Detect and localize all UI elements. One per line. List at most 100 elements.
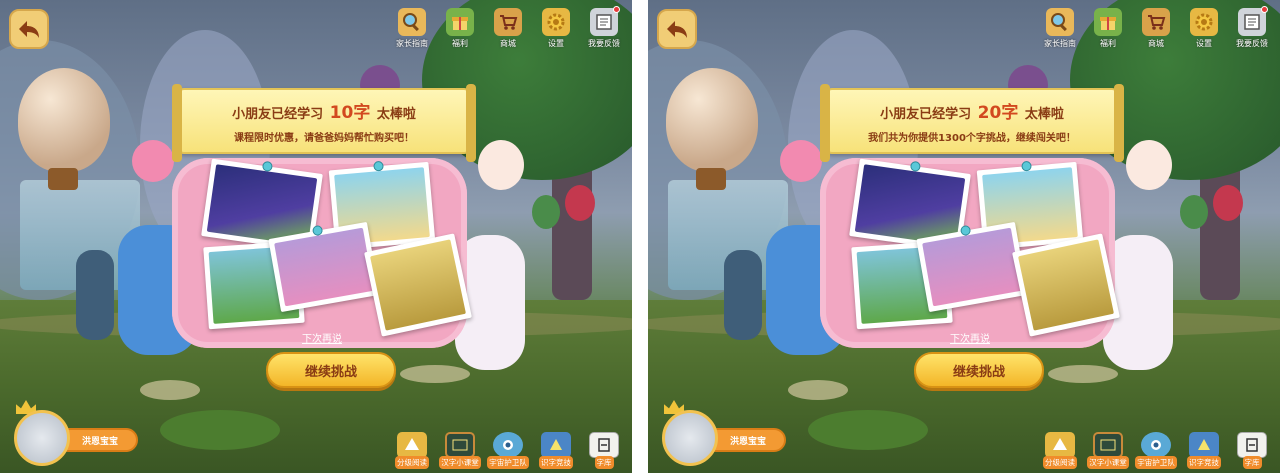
banner-headline: 小朋友已经学习 10字 太棒啦 xyxy=(180,98,468,123)
nav-label: 汉字小课堂 xyxy=(439,456,481,469)
chinese-classroom-button[interactable]: 汉字小课堂 xyxy=(439,432,481,469)
guard-icon xyxy=(1141,432,1171,458)
competition-icon xyxy=(1189,432,1219,458)
top-item-label: 商城 xyxy=(500,39,516,48)
banner-subtitle: 课程限时优惠，请爸爸妈妈帮忙购买吧！ xyxy=(234,133,414,144)
settings-button[interactable]: 设置 xyxy=(1182,8,1226,49)
stepping-stone xyxy=(788,380,848,400)
pink-elephant-character xyxy=(780,140,822,182)
banner-subtitle: 我们共为你提供1300个字挑战，继续闯关吧！ xyxy=(868,133,1076,144)
shop-button[interactable]: 商城 xyxy=(1134,8,1178,49)
banner-headline: 小朋友已经学习 20字 太棒啦 xyxy=(828,98,1116,123)
shop-button[interactable]: 商城 xyxy=(486,8,530,49)
magnifier-icon xyxy=(1046,8,1074,36)
pin-icon xyxy=(909,160,922,173)
parent-guide-button[interactable]: 家长指南 xyxy=(390,8,434,49)
panel-divider xyxy=(632,0,648,473)
gift-icon xyxy=(1094,8,1122,36)
continue-challenge-button[interactable]: 继续挑战 xyxy=(266,352,396,388)
nav-label: 分级阅读 xyxy=(1043,456,1077,469)
preview-image xyxy=(369,239,467,331)
graded-reading-button[interactable]: 分级阅读 xyxy=(392,432,432,469)
top-item-label: 家长指南 xyxy=(1044,39,1076,48)
later-link[interactable]: 下次再说 xyxy=(302,330,342,345)
magnifier-icon xyxy=(398,8,426,36)
preview-card xyxy=(1012,233,1120,337)
graded-reading-button[interactable]: 分级阅读 xyxy=(1040,432,1080,469)
feedback-button[interactable]: 我要反馈 xyxy=(582,6,626,49)
top-item-label: 福利 xyxy=(1100,39,1116,48)
bunny-character xyxy=(1126,140,1172,190)
literacy-competition-button[interactable]: 识字竞技 xyxy=(1184,432,1224,469)
top-item-label: 我要反馈 xyxy=(1236,39,1268,48)
pink-elephant-character xyxy=(132,140,174,182)
hot-air-balloon xyxy=(666,68,758,172)
nav-label: 宇宙护卫队 xyxy=(487,456,529,469)
progress-banner: 小朋友已经学习 20字 太棒啦 我们共为你提供1300个字挑战，继续闯关吧！ xyxy=(820,84,1124,162)
top-item-label: 设置 xyxy=(548,39,564,48)
character-library-button[interactable]: 字库 xyxy=(1232,432,1272,469)
tiger-character xyxy=(724,250,762,340)
pin-icon xyxy=(261,160,274,173)
classroom-icon xyxy=(445,432,475,458)
character-library-button[interactable]: 字库 xyxy=(584,432,624,469)
feedback-icon xyxy=(590,6,620,36)
preview-card xyxy=(268,221,380,313)
space-guard-button[interactable]: 宇宙护卫队 xyxy=(1135,432,1177,469)
back-button[interactable] xyxy=(9,9,49,49)
banner-suffix: 太棒啦 xyxy=(1024,107,1064,122)
welfare-button[interactable]: 福利 xyxy=(1086,8,1130,49)
nav-label: 分级阅读 xyxy=(395,456,429,469)
cart-icon xyxy=(1142,8,1170,36)
learned-count: 20字 xyxy=(977,103,1019,123)
space-guard-button[interactable]: 宇宙护卫队 xyxy=(487,432,529,469)
classroom-icon xyxy=(1093,432,1123,458)
balloon-decoration xyxy=(1180,195,1208,229)
progress-banner: 小朋友已经学习 10字 太棒啦 课程限时优惠，请爸爸妈妈帮忙购买吧！ xyxy=(172,84,476,162)
balloon-decoration xyxy=(565,185,595,221)
top-toolbar: 家长指南 福利 商城 设置 我要反馈 xyxy=(390,6,626,49)
character-library-icon xyxy=(1237,432,1267,458)
balloon-decoration xyxy=(532,195,560,229)
banner-prefix: 小朋友已经学习 xyxy=(880,107,972,122)
bush xyxy=(808,410,928,450)
notification-dot xyxy=(1261,6,1268,13)
lesson-preview-board xyxy=(820,158,1120,348)
balloon-basket xyxy=(696,168,726,190)
welfare-button[interactable]: 福利 xyxy=(438,8,482,49)
chinese-classroom-button[interactable]: 汉字小课堂 xyxy=(1087,432,1129,469)
preview-card xyxy=(364,233,472,337)
back-arrow-icon xyxy=(19,21,39,38)
continue-challenge-button[interactable]: 继续挑战 xyxy=(914,352,1044,388)
top-item-label: 我要反馈 xyxy=(588,39,620,48)
cart-icon xyxy=(494,8,522,36)
bush xyxy=(160,410,280,450)
avatar[interactable] xyxy=(662,410,718,466)
back-arrow-icon xyxy=(667,21,687,38)
nav-label: 识字竞技 xyxy=(539,456,573,469)
settings-button[interactable]: 设置 xyxy=(534,8,578,49)
preview-card xyxy=(916,221,1028,313)
gear-icon xyxy=(1190,8,1218,36)
reading-icon xyxy=(397,432,427,458)
avatar[interactable] xyxy=(14,410,70,466)
stepping-stone xyxy=(140,380,200,400)
literacy-competition-button[interactable]: 识字竞技 xyxy=(536,432,576,469)
top-item-label: 商城 xyxy=(1148,39,1164,48)
gear-icon xyxy=(542,8,570,36)
feedback-button[interactable]: 我要反馈 xyxy=(1230,6,1274,49)
bunny-character xyxy=(478,140,524,190)
hot-air-balloon xyxy=(18,68,110,172)
nav-label: 识字竞技 xyxy=(1187,456,1221,469)
parent-guide-button[interactable]: 家长指南 xyxy=(1038,8,1082,49)
top-item-label: 家长指南 xyxy=(396,39,428,48)
later-link[interactable]: 下次再说 xyxy=(950,330,990,345)
top-item-label: 设置 xyxy=(1196,39,1212,48)
back-button[interactable] xyxy=(657,9,697,49)
screen-panel-2: 家长指南 福利 商城 设置 我要反馈 小朋友已经学习 20字 太棒啦 我们共为你… xyxy=(648,0,1280,473)
banner-prefix: 小朋友已经学习 xyxy=(232,107,324,122)
preview-image xyxy=(1017,239,1115,331)
top-toolbar: 家长指南 福利 商城 设置 我要反馈 xyxy=(1038,6,1274,49)
nav-label: 字库 xyxy=(594,456,614,469)
nav-label: 宇宙护卫队 xyxy=(1135,456,1177,469)
